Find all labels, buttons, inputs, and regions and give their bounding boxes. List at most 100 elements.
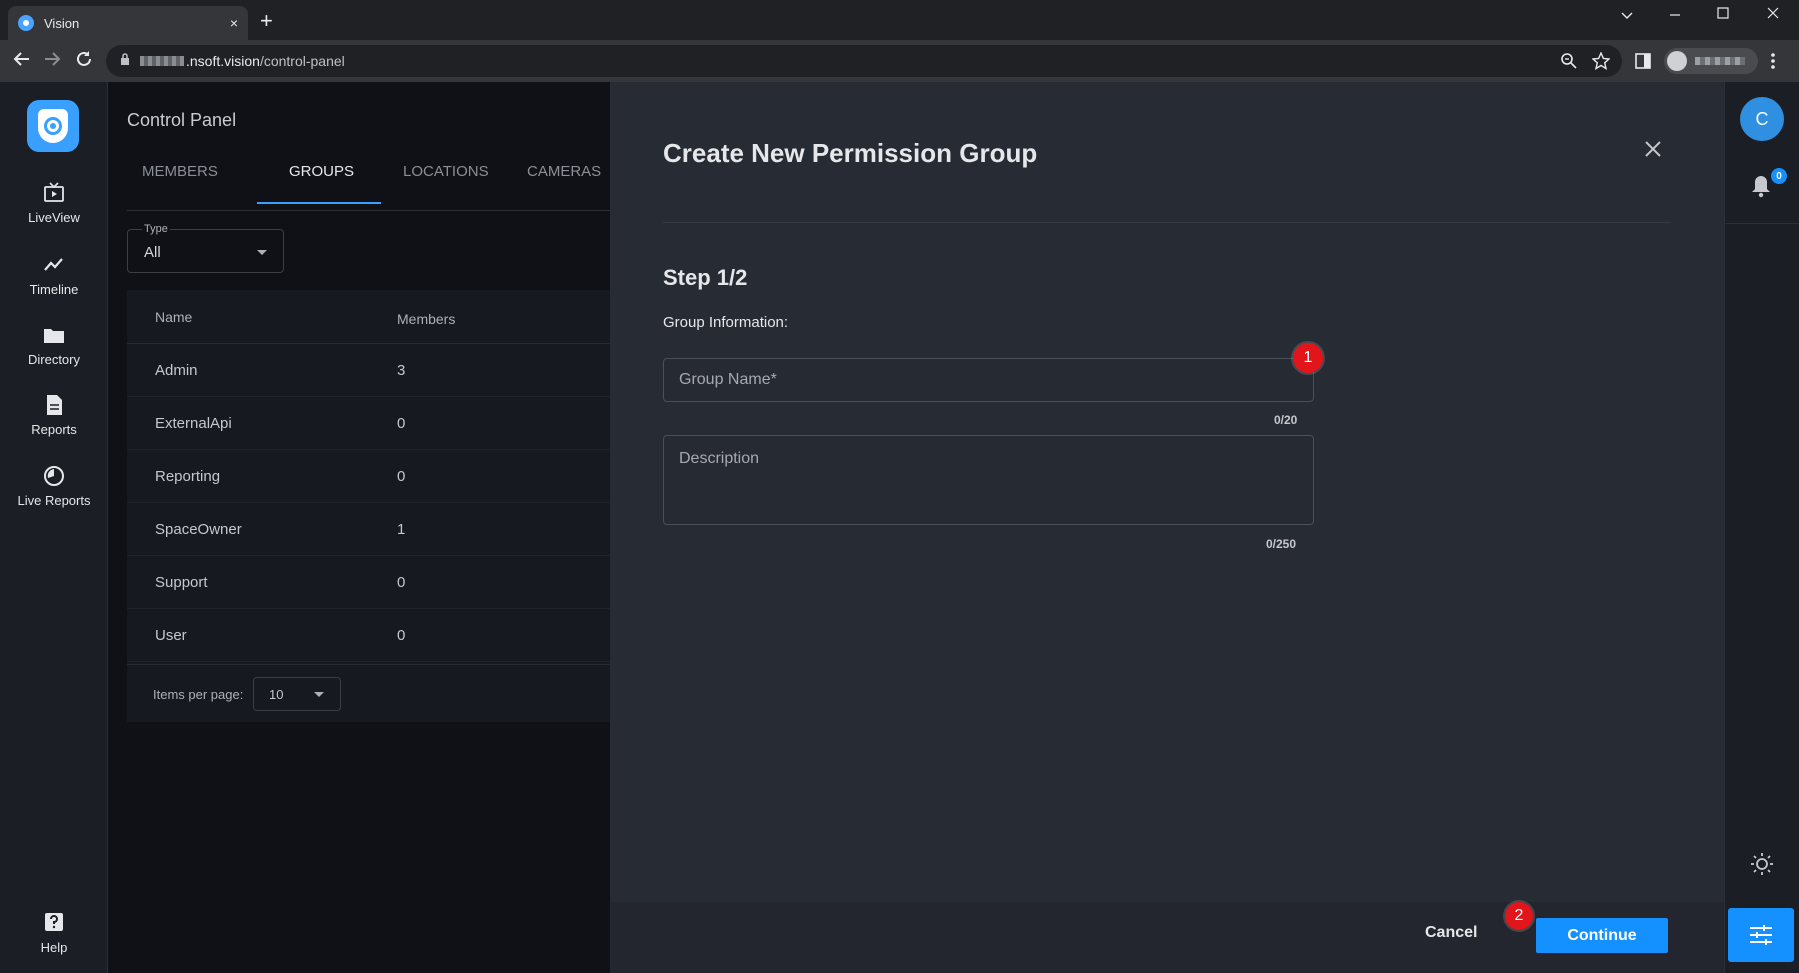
caret-down-icon — [257, 250, 267, 255]
step-indicator: Step 1/2 — [663, 265, 748, 290]
minimize-icon[interactable] — [1668, 8, 1682, 22]
description-input[interactable] — [664, 436, 1313, 524]
browser-tab[interactable]: Vision × — [8, 6, 248, 40]
tab-groups[interactable]: GROUPS — [257, 162, 381, 204]
browser-tab-title: Vision — [44, 15, 80, 31]
type-filter-value: All — [144, 244, 161, 261]
close-icon[interactable] — [1642, 138, 1664, 160]
right-rail: C 0 — [1724, 82, 1799, 973]
back-icon[interactable] — [12, 49, 32, 69]
group-name: User — [155, 627, 187, 644]
group-members-count: 0 — [397, 627, 406, 644]
group-members-count: 3 — [397, 362, 406, 379]
zoom-icon[interactable] — [1560, 52, 1578, 70]
maximize-icon[interactable] — [1716, 6, 1730, 20]
browser-profile-button[interactable] — [1664, 48, 1758, 74]
group-name: Admin — [155, 362, 198, 379]
group-name: Reporting — [155, 468, 221, 485]
help-icon — [45, 913, 63, 931]
dial-icon — [44, 466, 64, 486]
new-tab-button[interactable]: + — [260, 8, 273, 34]
url-path: /control-panel — [259, 53, 345, 69]
group-name: ExternalApi — [155, 415, 232, 432]
caret-down-icon — [314, 692, 324, 697]
table-row[interactable]: ExternalApi 0 — [127, 397, 610, 450]
notification-count-badge: 0 — [1771, 168, 1787, 184]
table-row[interactable]: SpaceOwner 1 — [127, 503, 610, 556]
items-per-page-value: 10 — [269, 687, 284, 702]
user-avatar[interactable]: C — [1740, 97, 1784, 141]
cancel-button[interactable]: Cancel — [1425, 924, 1477, 942]
lock-icon — [121, 53, 129, 65]
address-bar[interactable]: .nsoft.vision /control-panel — [106, 45, 1622, 77]
nav-item-directory[interactable]: Directory — [0, 324, 108, 367]
column-header-name[interactable]: Name — [155, 309, 192, 325]
continue-button[interactable]: Continue — [1536, 918, 1668, 953]
sliders-icon — [1750, 925, 1772, 945]
type-filter-label: Type — [142, 223, 170, 235]
sun-icon[interactable] — [1750, 852, 1774, 876]
tab-locations[interactable]: LOCATIONS — [381, 162, 515, 204]
nav-item-help[interactable]: Help — [0, 912, 108, 955]
group-members-count: 0 — [397, 468, 406, 485]
settings-sliders-button[interactable] — [1728, 908, 1794, 962]
nav-item-live-reports[interactable]: Live Reports — [0, 465, 108, 508]
group-name-field[interactable] — [663, 358, 1314, 402]
redacted-subdomain — [140, 56, 184, 66]
document-icon — [47, 395, 62, 415]
browser-tabstrip: Vision × + — [0, 0, 1799, 40]
type-filter-select[interactable]: Type All — [127, 223, 284, 273]
nav-label: Timeline — [29, 282, 79, 297]
nav-item-liveview[interactable]: LiveView — [0, 182, 108, 225]
items-per-page-select[interactable]: 10 — [253, 677, 341, 711]
bell-icon[interactable] — [1750, 174, 1772, 198]
section-label: Group Information: — [663, 314, 789, 331]
folder-icon — [44, 329, 64, 343]
column-header-members[interactable]: Members — [397, 311, 455, 327]
dialog-divider — [663, 222, 1671, 223]
window-close-icon[interactable] — [1766, 6, 1780, 20]
left-navigation: LiveView Timeline Directory Reports Live… — [0, 82, 108, 973]
nav-label: Help — [40, 940, 68, 955]
tabs-divider — [127, 210, 610, 211]
table-row[interactable]: User 0 — [127, 609, 610, 662]
tab-cameras[interactable]: CAMERAS — [515, 162, 610, 204]
dialog-footer: Cancel Continue 2 — [610, 902, 1724, 973]
chevron-down-icon[interactable] — [1620, 8, 1634, 22]
forward-icon[interactable] — [42, 49, 62, 69]
browser-toolbar: .nsoft.vision /control-panel — [0, 40, 1799, 82]
trend-line-icon — [44, 258, 63, 271]
control-panel: Control Panel MEMBERS GROUPS LOCATIONS C… — [108, 82, 610, 973]
items-per-page-label: Items per page: — [153, 687, 244, 702]
side-panel-icon[interactable] — [1634, 52, 1652, 70]
bookmark-star-icon[interactable] — [1592, 52, 1610, 70]
groups-table: Name Members Admin 3 ExternalApi 0 Repor… — [127, 290, 610, 722]
group-name: SpaceOwner — [155, 521, 242, 538]
group-name: Support — [155, 574, 208, 591]
group-name-counter: 0/20 — [1274, 413, 1298, 427]
tv-play-icon — [44, 182, 64, 202]
annotation-badge-2: 2 — [1505, 902, 1533, 930]
group-members-count: 0 — [397, 415, 406, 432]
nav-item-timeline[interactable]: Timeline — [0, 254, 108, 297]
vision-logo-icon[interactable] — [27, 100, 79, 152]
group-name-input[interactable] — [664, 359, 1313, 401]
rail-divider — [1725, 223, 1799, 224]
tab-members[interactable]: MEMBERS — [127, 162, 257, 204]
table-header: Name Members — [127, 290, 610, 344]
table-row[interactable]: Support 0 — [127, 556, 610, 609]
close-tab-icon[interactable]: × — [230, 15, 238, 31]
group-members-count: 0 — [397, 574, 406, 591]
table-row[interactable]: Reporting 0 — [127, 450, 610, 503]
nav-item-reports[interactable]: Reports — [0, 394, 108, 437]
reload-icon[interactable] — [74, 49, 94, 69]
table-row[interactable]: Admin 3 — [127, 344, 610, 397]
nav-label: Live Reports — [17, 493, 91, 508]
group-members-count: 1 — [397, 521, 406, 538]
vision-favicon-icon — [18, 15, 34, 31]
profile-avatar — [1667, 51, 1687, 71]
table-pagination: Items per page: 10 — [127, 664, 610, 722]
description-field[interactable] — [663, 435, 1314, 525]
create-permission-group-dialog: Create New Permission Group Step 1/2 Gro… — [610, 82, 1724, 973]
browser-menu-icon[interactable] — [1770, 52, 1776, 70]
